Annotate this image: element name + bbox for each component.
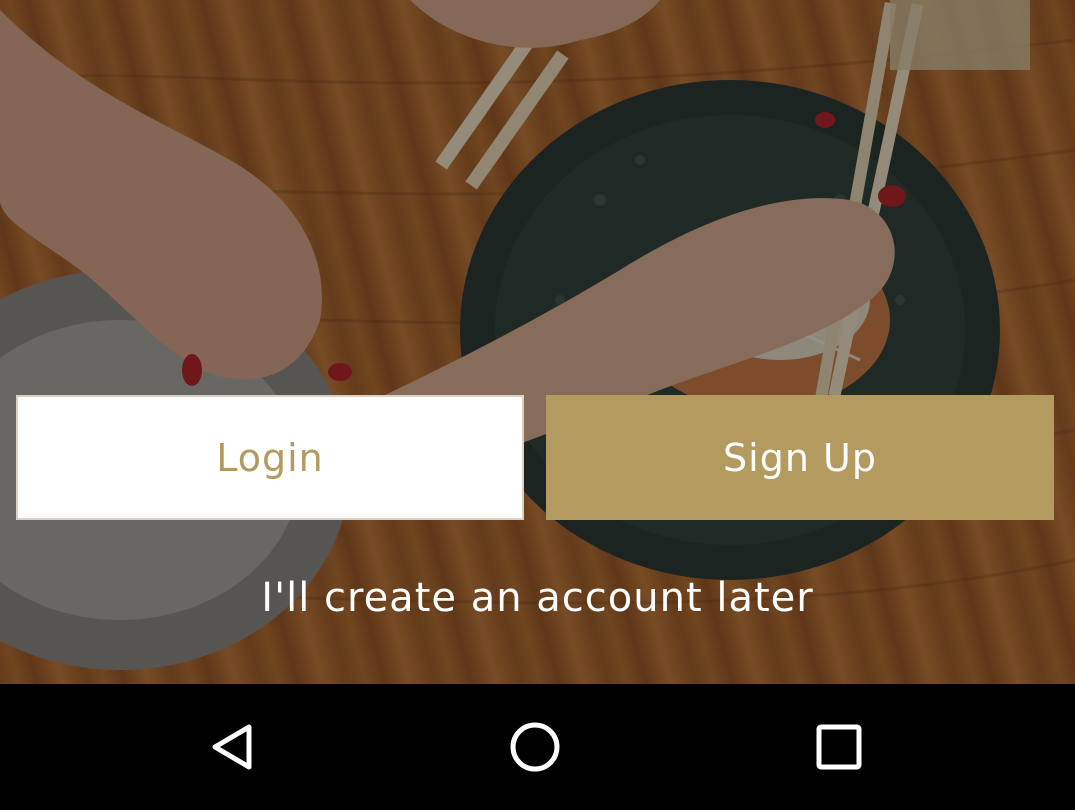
- app-screen: Login Sign Up I'll create an account lat…: [0, 0, 1075, 810]
- system-navigation-bar: [0, 684, 1075, 810]
- login-button-label: Login: [216, 435, 324, 480]
- create-account-later-link[interactable]: I'll create an account later: [0, 575, 1075, 621]
- signup-button-label: Sign Up: [723, 435, 877, 480]
- back-icon: [212, 724, 252, 770]
- home-button[interactable]: [502, 714, 568, 780]
- signup-button[interactable]: Sign Up: [546, 395, 1054, 520]
- back-button[interactable]: [200, 714, 266, 780]
- login-button[interactable]: Login: [16, 395, 524, 520]
- home-icon: [510, 722, 560, 772]
- recents-button[interactable]: [806, 714, 872, 780]
- recents-icon: [816, 724, 862, 770]
